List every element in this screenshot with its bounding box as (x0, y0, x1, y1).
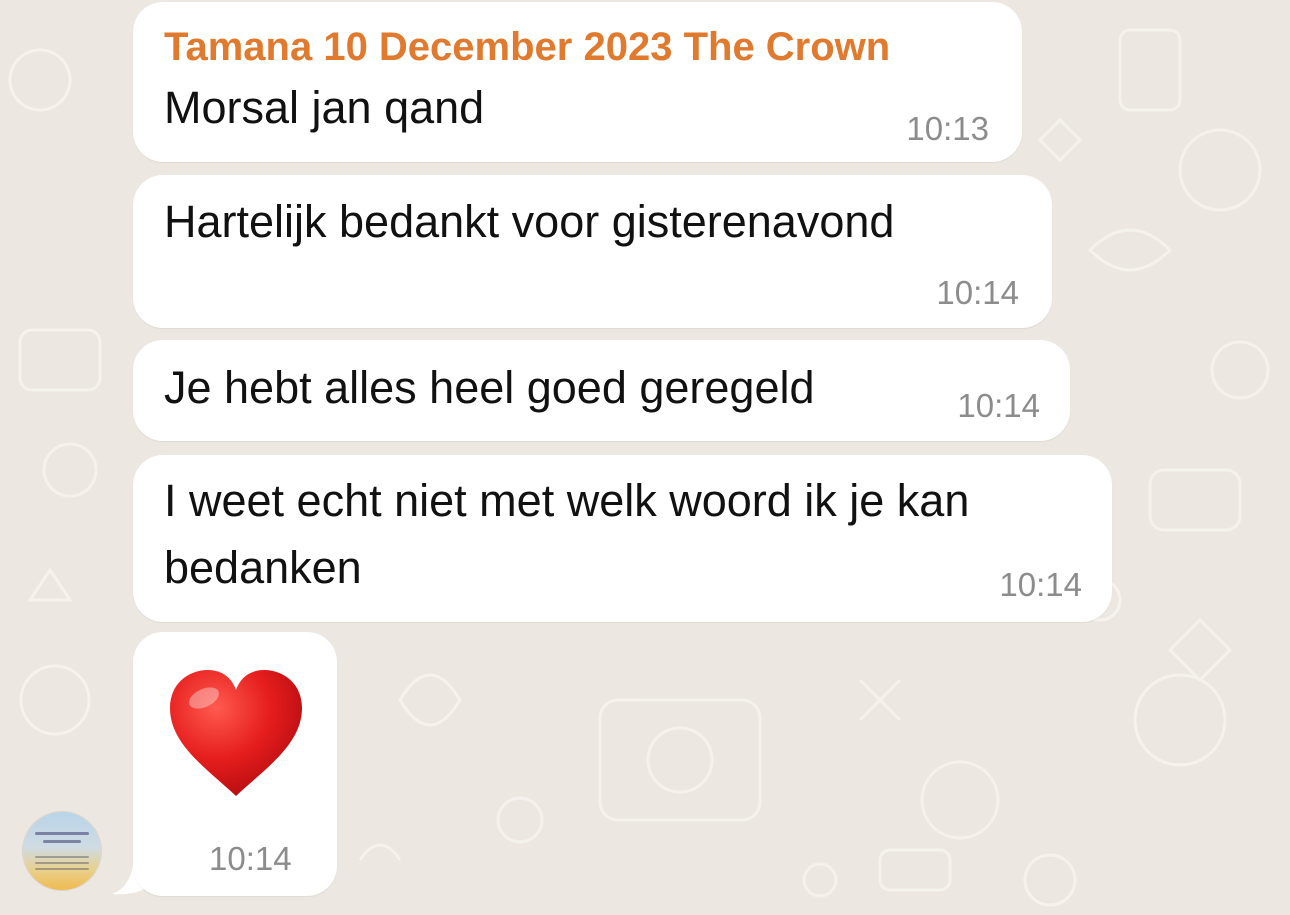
message-bubble[interactable]: Hartelijk bedankt voor gisterenavond 10:… (133, 175, 1052, 328)
message-time: 10:14 (999, 566, 1082, 603)
message-time: 10:14 (209, 840, 292, 877)
heart-emoji (170, 670, 302, 796)
message-text: Je hebt alles heel goed geregeld (164, 362, 815, 413)
message-text-line: I weet echt niet met welk woord ik je ka… (164, 475, 970, 526)
message-bubble[interactable]: 10:14 (133, 632, 337, 896)
message-time: 10:14 (936, 274, 1019, 311)
message-bubble[interactable]: Tamana 10 December 2023 The Crown Morsal… (133, 2, 1022, 162)
message-text: Hartelijk bedankt voor gisterenavond (164, 196, 895, 247)
message-time: 10:14 (957, 387, 1040, 424)
avatar[interactable] (23, 812, 101, 890)
sender-name[interactable]: Tamana 10 December 2023 The Crown (164, 24, 890, 70)
message-bubble[interactable]: Je hebt alles heel goed geregeld 10:14 (133, 340, 1070, 441)
message-text: Morsal jan qand (164, 82, 485, 133)
message-text-line: bedanken (164, 542, 362, 593)
message-bubble[interactable]: I weet echt niet met welk woord ik je ka… (133, 455, 1112, 622)
message-time: 10:13 (906, 110, 989, 147)
